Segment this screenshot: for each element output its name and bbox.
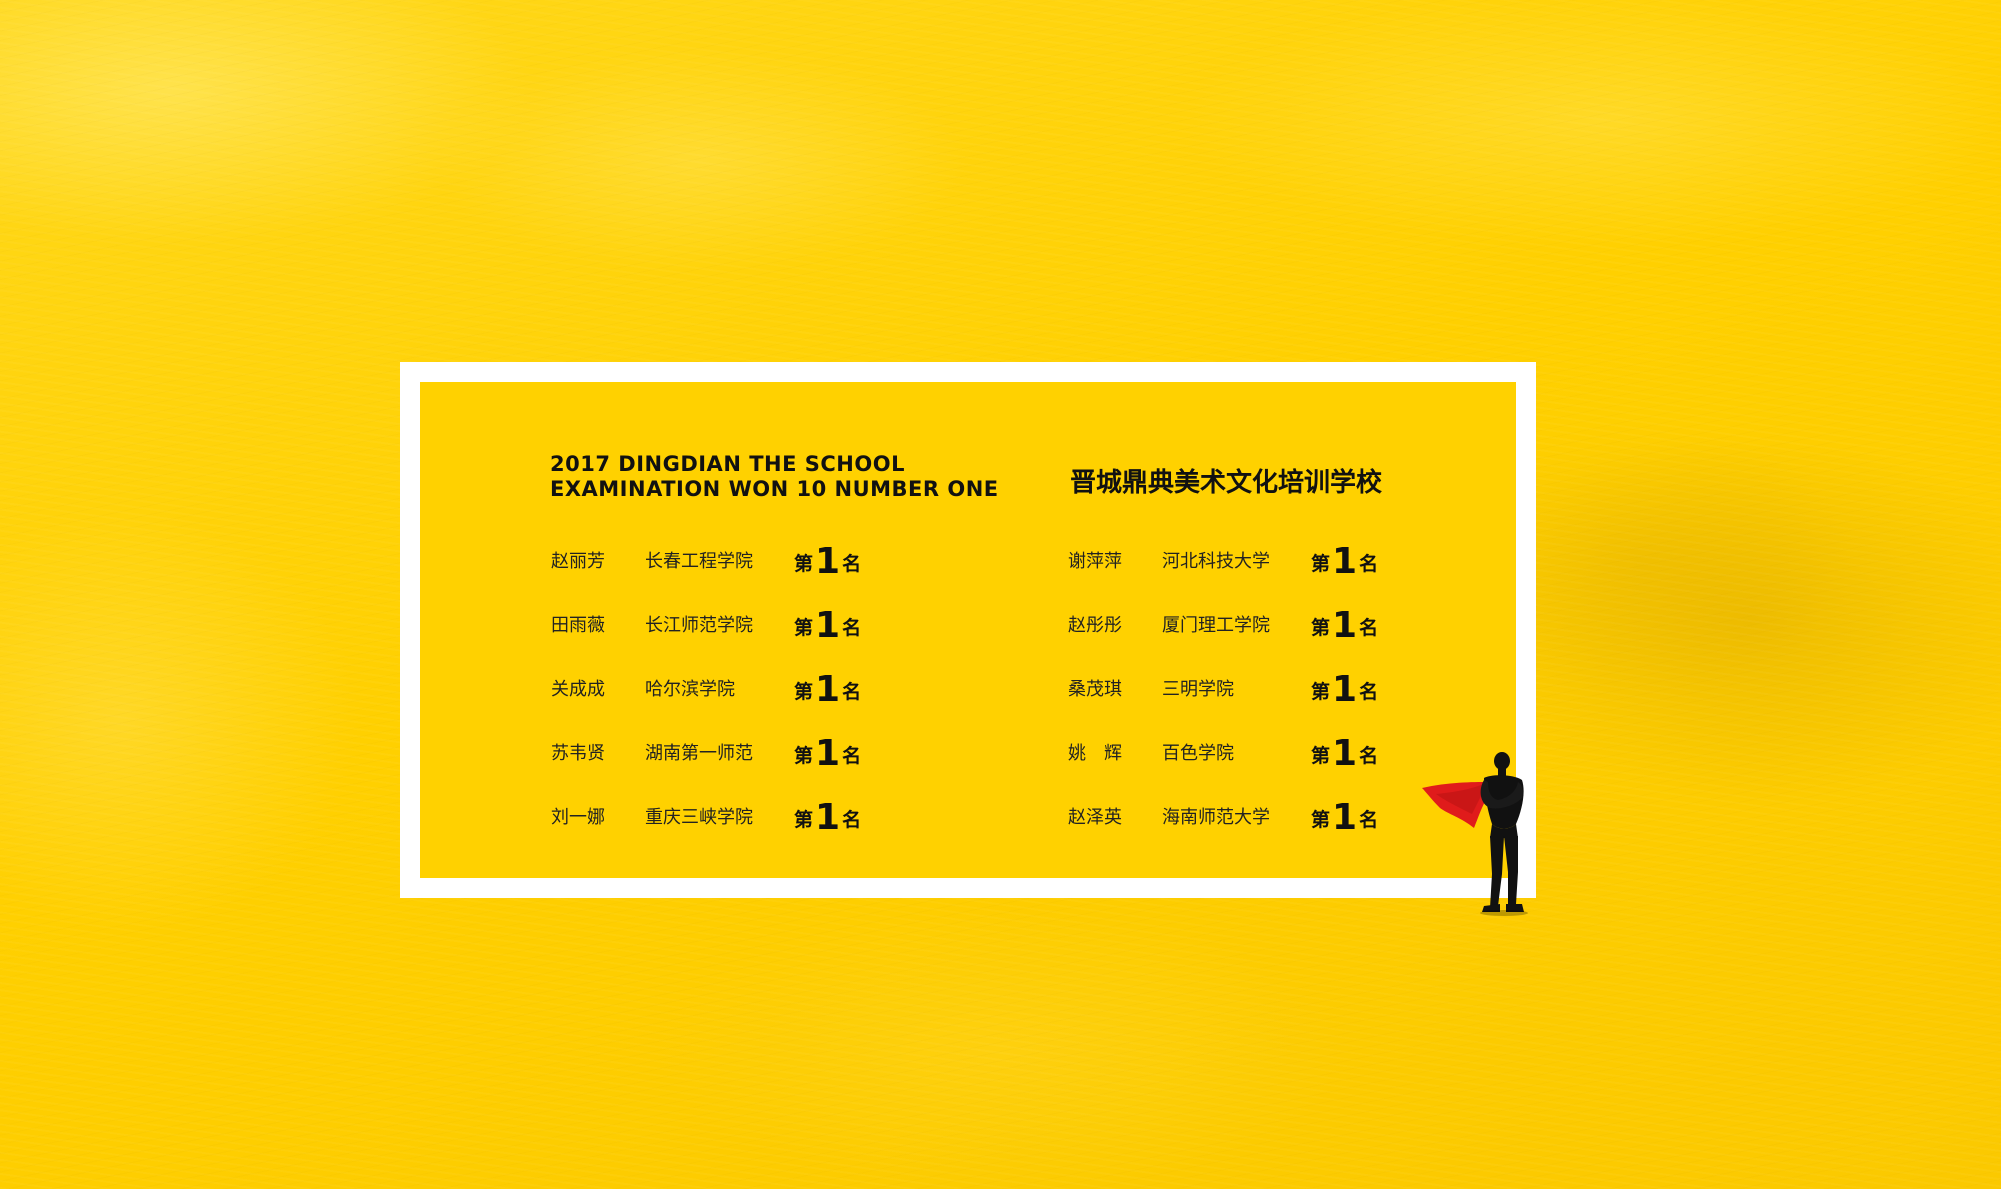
rank-badge: 第1 名 xyxy=(794,540,861,584)
honor-row: 赵丽芳 长春工程学院 第1 名 xyxy=(551,540,971,604)
rank-number: 1 xyxy=(1332,733,1358,774)
rank-badge: 第1 名 xyxy=(794,732,861,776)
rank-number: 1 xyxy=(1332,605,1358,646)
rank-prefix: 第 xyxy=(794,809,814,831)
rank-badge: 第1 名 xyxy=(794,796,861,840)
rank-number: 1 xyxy=(1332,797,1358,838)
honor-row: 赵彤彤 厦门理工学院 第1 名 xyxy=(1068,604,1488,668)
honor-row: 田雨薇 长江师范学院 第1 名 xyxy=(551,604,971,668)
rank-prefix: 第 xyxy=(794,553,814,575)
student-name: 苏韦贤 xyxy=(551,743,605,764)
student-name: 桑茂琪 xyxy=(1068,679,1122,700)
rank-prefix: 第 xyxy=(794,617,814,639)
rank-prefix: 第 xyxy=(794,681,814,703)
rank-suffix: 名 xyxy=(1359,617,1379,639)
rank-badge: 第1 名 xyxy=(1311,732,1378,776)
rank-suffix: 名 xyxy=(1359,553,1379,575)
rank-badge: 第1 名 xyxy=(1311,668,1378,712)
university-name: 百色学院 xyxy=(1162,743,1234,764)
honor-row: 桑茂琪 三明学院 第1 名 xyxy=(1068,668,1488,732)
rank-prefix: 第 xyxy=(794,745,814,767)
student-name: 谢萍萍 xyxy=(1068,551,1122,572)
university-name: 三明学院 xyxy=(1162,679,1234,700)
student-name: 赵彤彤 xyxy=(1068,615,1122,636)
superhero-silhouette-icon xyxy=(1418,748,1538,916)
rank-suffix: 名 xyxy=(1359,745,1379,767)
rank-suffix: 名 xyxy=(1359,681,1379,703)
university-name: 长春工程学院 xyxy=(645,551,753,572)
university-name: 河北科技大学 xyxy=(1162,551,1270,572)
rank-number: 1 xyxy=(815,669,841,710)
honor-row: 谢萍萍 河北科技大学 第1 名 xyxy=(1068,540,1488,604)
school-name-heading: 晋城鼎典美术文化培训学校 xyxy=(1070,468,1383,498)
student-name: 关成成 xyxy=(551,679,605,700)
university-name: 长江师范学院 xyxy=(645,615,753,636)
english-heading-line-1: 2017 DINGDIAN THE SCHOOL xyxy=(550,452,905,476)
student-name: 赵丽芳 xyxy=(551,551,605,572)
rank-badge: 第1 名 xyxy=(1311,540,1378,584)
university-name: 厦门理工学院 xyxy=(1162,615,1270,636)
rank-number: 1 xyxy=(815,541,841,582)
english-heading: 2017 DINGDIAN THE SCHOOL EXAMINATION WON… xyxy=(550,452,1070,502)
rank-prefix: 第 xyxy=(1311,745,1331,767)
student-name: 赵泽英 xyxy=(1068,807,1122,828)
rank-prefix: 第 xyxy=(1311,553,1331,575)
university-name: 湖南第一师范 xyxy=(645,743,753,764)
rank-badge: 第1 名 xyxy=(794,604,861,648)
student-name: 刘一娜 xyxy=(551,807,605,828)
rank-prefix: 第 xyxy=(1311,809,1331,831)
rank-suffix: 名 xyxy=(842,809,862,831)
rank-badge: 第1 名 xyxy=(1311,604,1378,648)
university-name: 哈尔滨学院 xyxy=(645,679,735,700)
rank-prefix: 第 xyxy=(1311,681,1331,703)
rank-badge: 第1 名 xyxy=(1311,796,1378,840)
rank-number: 1 xyxy=(815,605,841,646)
rank-suffix: 名 xyxy=(842,617,862,639)
honor-row: 苏韦贤 湖南第一师范 第1 名 xyxy=(551,732,971,796)
student-name: 田雨薇 xyxy=(551,615,605,636)
rank-badge: 第1 名 xyxy=(794,668,861,712)
rank-number: 1 xyxy=(1332,541,1358,582)
university-name: 海南师范大学 xyxy=(1162,807,1270,828)
rank-number: 1 xyxy=(815,733,841,774)
rank-prefix: 第 xyxy=(1311,617,1331,639)
rank-suffix: 名 xyxy=(842,553,862,575)
honor-row: 关成成 哈尔滨学院 第1 名 xyxy=(551,668,971,732)
left-honor-list: 赵丽芳 长春工程学院 第1 名 田雨薇 长江师范学院 第1 名 关成成 哈尔滨学院 … xyxy=(551,540,971,860)
rank-number: 1 xyxy=(815,797,841,838)
rank-number: 1 xyxy=(1332,669,1358,710)
english-heading-line-2: EXAMINATION WON 10 NUMBER ONE xyxy=(550,477,999,501)
rank-suffix: 名 xyxy=(1359,809,1379,831)
student-name: 姚 辉 xyxy=(1068,743,1122,764)
rank-suffix: 名 xyxy=(842,681,862,703)
honor-row: 刘一娜 重庆三峡学院 第1 名 xyxy=(551,796,971,860)
rank-suffix: 名 xyxy=(842,745,862,767)
university-name: 重庆三峡学院 xyxy=(645,807,753,828)
